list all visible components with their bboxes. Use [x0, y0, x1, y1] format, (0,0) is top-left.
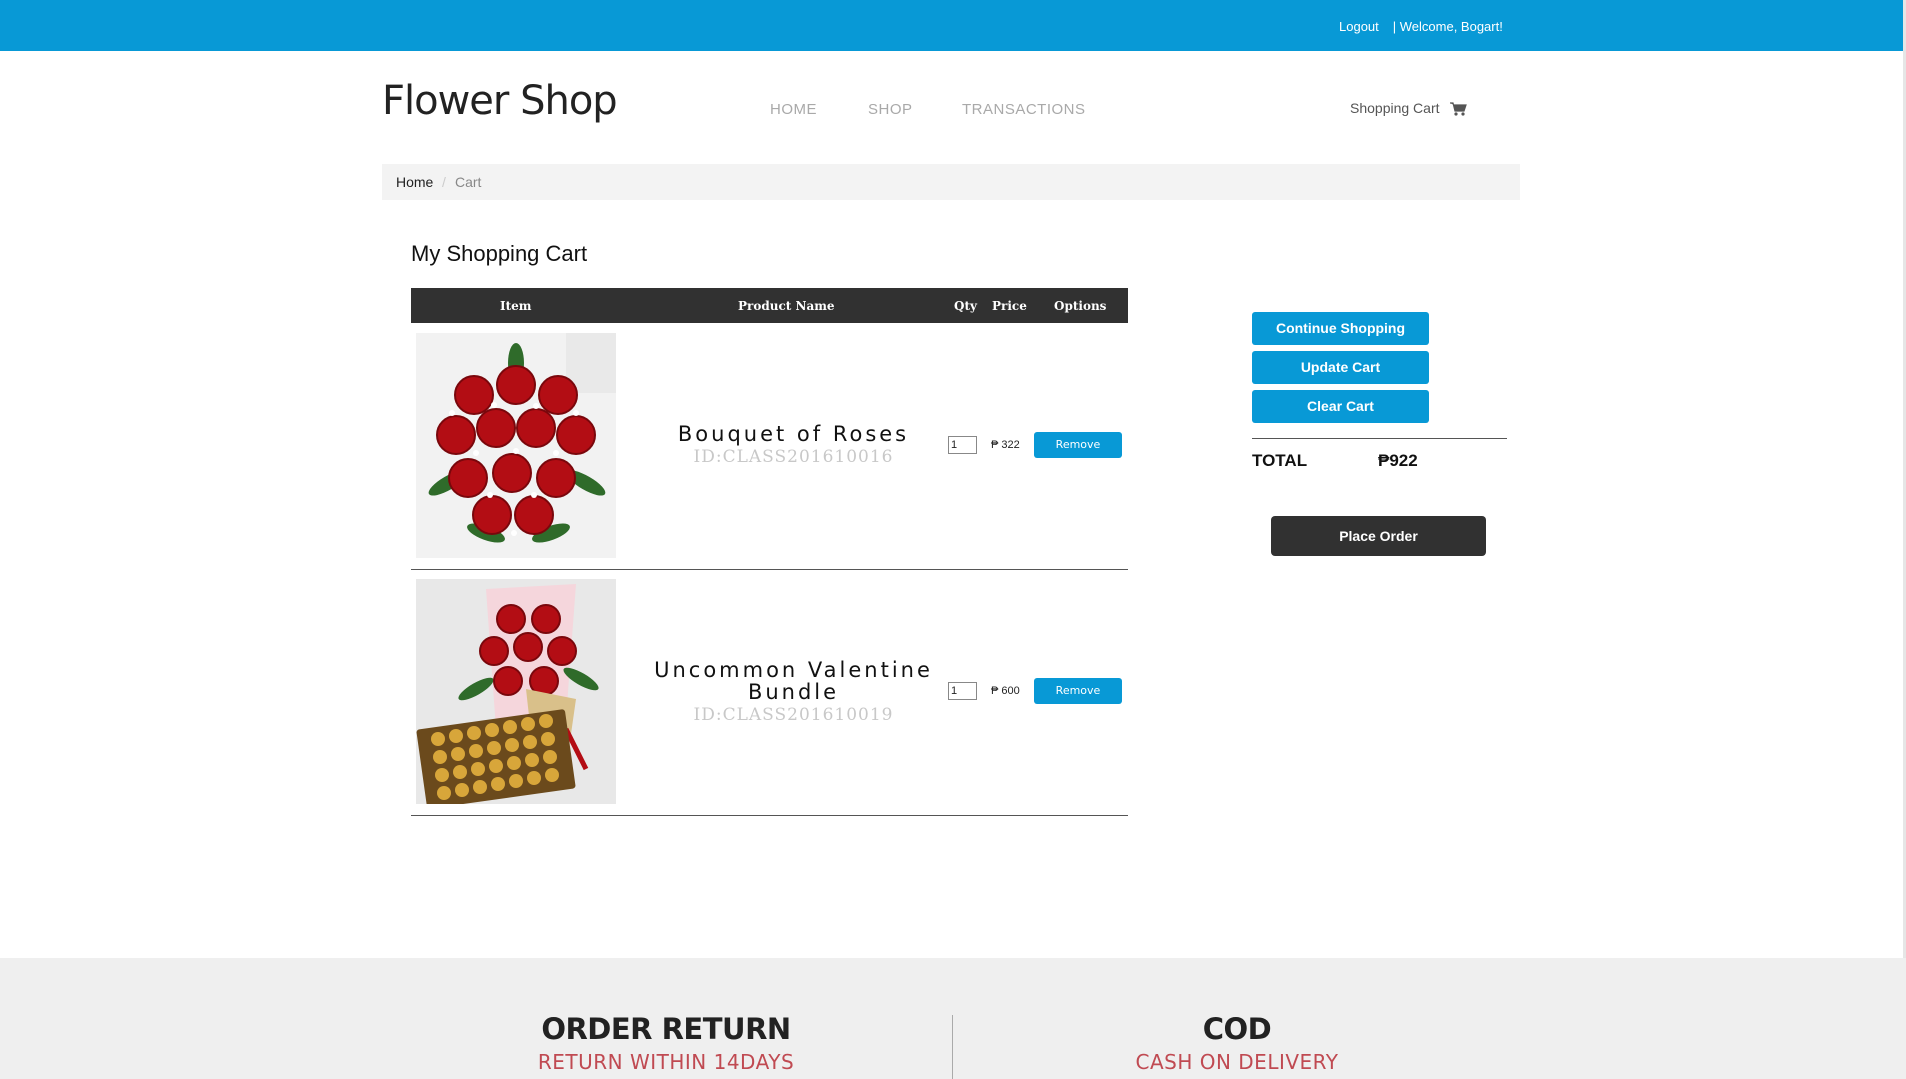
nav-transactions[interactable]: TRANSACTIONS — [962, 101, 1086, 118]
continue-shopping-button[interactable]: Continue Shopping — [1252, 312, 1429, 345]
product-name: Uncommon Valentine Bundle — [654, 658, 933, 704]
column-item: Item — [500, 299, 532, 313]
breadcrumb-home[interactable]: Home — [396, 164, 433, 200]
nav-home[interactable]: HOME — [770, 101, 817, 118]
shopping-cart-label: Shopping Cart — [1350, 100, 1440, 116]
update-cart-button[interactable]: Update Cart — [1252, 351, 1429, 384]
column-options: Options — [1054, 299, 1107, 313]
footer-cod-title: COD — [1202, 1012, 1272, 1046]
product-image — [416, 579, 616, 804]
breadcrumb: Home / Cart — [382, 164, 1520, 200]
breadcrumb-separator: / — [442, 174, 446, 190]
cart-table-header: Item Product Name Qty Price Options — [411, 288, 1128, 323]
product-id: ID:CLASS201610019 — [693, 705, 894, 725]
footer-order-return-subtitle: RETURN WITHIN 14DAYS — [537, 1050, 795, 1074]
column-product-name: Product Name — [738, 299, 835, 313]
place-order-button[interactable]: Place Order — [1271, 516, 1486, 556]
footer-order-return-title: ORDER RETURN — [541, 1012, 791, 1046]
total-divider — [1252, 438, 1507, 439]
column-price: Price — [992, 299, 1027, 313]
footer-divider — [952, 1015, 953, 1079]
product-id: ID:CLASS201610016 — [693, 447, 894, 467]
shopping-cart-link[interactable]: Shopping Cart — [1350, 100, 1468, 117]
footer-cod-subtitle: CASH ON DELIVERY — [1135, 1050, 1339, 1074]
column-qty: Qty — [954, 299, 977, 313]
breadcrumb-current: Cart — [455, 174, 482, 190]
user-links: Logout | Welcome, Bogart! — [1339, 19, 1503, 34]
site-logo[interactable]: Flower Shop — [382, 78, 618, 124]
product-price: ₱ 322 — [991, 439, 1020, 451]
welcome-text: | Welcome, Bogart! — [1392, 19, 1503, 34]
top-bar: Logout | Welcome, Bogart! — [0, 0, 1903, 51]
footer-cod: COD CASH ON DELIVERY — [1037, 1012, 1437, 1074]
cart-row: Uncommon Valentine Bundle ID:CLASS201610… — [411, 569, 1128, 816]
product-name: Bouquet of Roses — [677, 422, 910, 446]
logout-link[interactable]: Logout — [1339, 19, 1379, 34]
clear-cart-button[interactable]: Clear Cart — [1252, 390, 1429, 423]
remove-button[interactable]: Remove — [1034, 432, 1122, 458]
cart-icon — [1450, 102, 1468, 116]
footer — [0, 958, 1906, 1079]
total-value: ₱922 — [1378, 451, 1418, 470]
total-label: TOTAL — [1252, 451, 1308, 470]
product-price: ₱ 600 — [991, 685, 1020, 697]
remove-button[interactable]: Remove — [1034, 678, 1122, 704]
footer-order-return: ORDER RETURN RETURN WITHIN 14DAYS — [466, 1012, 866, 1074]
page-title: My Shopping Cart — [411, 241, 588, 266]
quantity-input[interactable]: 1 — [948, 682, 977, 700]
quantity-input[interactable]: 1 — [948, 436, 977, 454]
cart-row: Bouquet of Roses ID:CLASS201610016 1 ₱ 3… — [411, 323, 1128, 570]
product-image — [416, 333, 616, 558]
nav-shop[interactable]: SHOP — [868, 101, 913, 118]
